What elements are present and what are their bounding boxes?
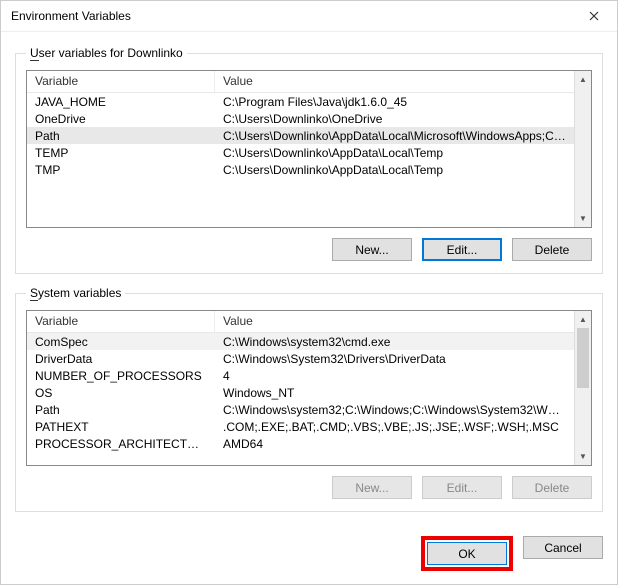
table-row[interactable]: PATHEXT.COM;.EXE;.BAT;.CMD;.VBS;.VBE;.JS… xyxy=(27,418,574,435)
system-button-row: New... Edit... Delete xyxy=(26,476,592,499)
titlebar: Environment Variables xyxy=(1,1,617,32)
scroll-down-icon[interactable]: ▼ xyxy=(575,448,591,465)
user-variables-legend: User variables for Downlinko xyxy=(26,46,187,60)
table-row[interactable]: OneDriveC:\Users\Downlinko\OneDrive xyxy=(27,110,574,127)
system-header-value[interactable]: Value xyxy=(215,311,591,332)
user-delete-button[interactable]: Delete xyxy=(512,238,592,261)
scroll-down-icon[interactable]: ▼ xyxy=(575,210,591,227)
table-row[interactable]: PROCESSOR_ARCHITECTUREAMD64 xyxy=(27,435,574,452)
user-new-button[interactable]: New... xyxy=(332,238,412,261)
system-variables-legend: System variables xyxy=(26,286,125,300)
scroll-track[interactable] xyxy=(575,328,591,448)
close-button[interactable] xyxy=(571,1,617,31)
table-row[interactable]: PathC:\Users\Downlinko\AppData\Local\Mic… xyxy=(27,127,574,144)
table-row[interactable]: TEMPC:\Users\Downlinko\AppData\Local\Tem… xyxy=(27,144,574,161)
dialog-content: User variables for Downlinko Variable Va… xyxy=(1,32,617,534)
close-icon xyxy=(589,11,599,21)
user-variables-table[interactable]: Variable Value JAVA_HOMEC:\Program Files… xyxy=(26,70,592,228)
user-variables-group: User variables for Downlinko Variable Va… xyxy=(15,46,603,274)
user-header-variable[interactable]: Variable xyxy=(27,71,215,92)
system-table-header: Variable Value xyxy=(27,311,591,333)
table-row[interactable]: PathC:\Windows\system32;C:\Windows;C:\Wi… xyxy=(27,401,574,418)
table-row[interactable]: JAVA_HOMEC:\Program Files\Java\jdk1.6.0_… xyxy=(27,93,574,110)
ok-highlight: OK xyxy=(421,536,513,571)
window-title: Environment Variables xyxy=(11,9,571,23)
system-delete-button[interactable]: Delete xyxy=(512,476,592,499)
system-edit-button[interactable]: Edit... xyxy=(422,476,502,499)
table-row[interactable]: OSWindows_NT xyxy=(27,384,574,401)
scroll-thumb[interactable] xyxy=(577,328,589,388)
system-variables-table[interactable]: Variable Value ComSpecC:\Windows\system3… xyxy=(26,310,592,466)
system-table-body: ComSpecC:\Windows\system32\cmd.exe Drive… xyxy=(27,333,574,465)
table-row[interactable]: NUMBER_OF_PROCESSORS4 xyxy=(27,367,574,384)
user-header-value[interactable]: Value xyxy=(215,71,591,92)
system-new-button[interactable]: New... xyxy=(332,476,412,499)
user-scrollbar[interactable]: ▲ ▼ xyxy=(574,71,591,227)
scroll-up-icon[interactable]: ▲ xyxy=(575,71,591,88)
dialog-button-row: OK Cancel xyxy=(1,534,617,571)
system-variables-group: System variables Variable Value ComSpecC… xyxy=(15,286,603,512)
user-edit-button[interactable]: Edit... xyxy=(422,238,502,261)
table-row[interactable]: TMPC:\Users\Downlinko\AppData\Local\Temp xyxy=(27,161,574,178)
system-scrollbar[interactable]: ▲ ▼ xyxy=(574,311,591,465)
user-table-header: Variable Value xyxy=(27,71,591,93)
system-header-variable[interactable]: Variable xyxy=(27,311,215,332)
ok-button[interactable]: OK xyxy=(427,542,507,565)
user-table-body: JAVA_HOMEC:\Program Files\Java\jdk1.6.0_… xyxy=(27,93,574,227)
cancel-button[interactable]: Cancel xyxy=(523,536,603,559)
scroll-up-icon[interactable]: ▲ xyxy=(575,311,591,328)
user-button-row: New... Edit... Delete xyxy=(26,238,592,261)
scroll-track[interactable] xyxy=(575,88,591,210)
table-row[interactable]: ComSpecC:\Windows\system32\cmd.exe xyxy=(27,333,574,350)
table-row[interactable]: DriverDataC:\Windows\System32\Drivers\Dr… xyxy=(27,350,574,367)
